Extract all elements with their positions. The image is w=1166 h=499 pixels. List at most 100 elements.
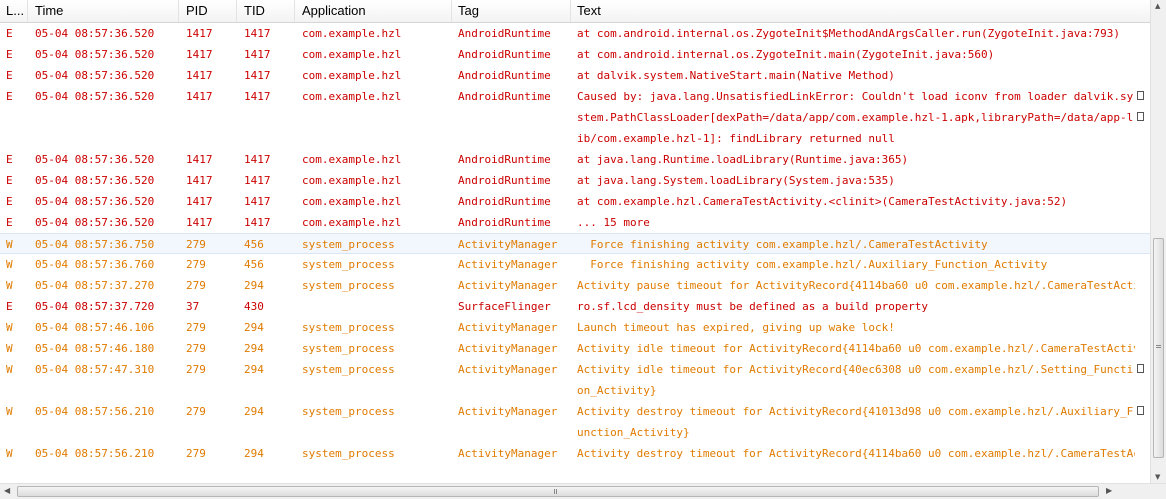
scroll-left-arrow-icon[interactable]: ◀ (4, 486, 10, 495)
column-header-tag[interactable]: Tag (452, 0, 571, 22)
log-application: com.example.hzl (302, 153, 402, 166)
log-tag: AndroidRuntime (458, 153, 551, 166)
log-row[interactable]: W 05-04 08:57:56.210 279 294 system_process A… (0, 401, 1150, 443)
log-time: 05-04 08:57:36.520 (35, 195, 155, 208)
log-message: ro.sf.lcd_density must be defined as a b… (577, 300, 928, 313)
log-tag: AndroidRuntime (458, 69, 551, 82)
log-row[interactable]: E 05-04 08:57:36.520 1417 1417 com.example.h… (0, 170, 1150, 191)
log-message: Activity idle timeout for ActivityRecord… (577, 363, 1134, 397)
log-row[interactable]: W 05-04 08:57:37.270 279 294 system_process A… (0, 275, 1150, 296)
log-row[interactable]: E 05-04 08:57:36.520 1417 1417 com.example.h… (0, 23, 1150, 44)
log-level: W (6, 238, 13, 251)
log-row[interactable]: W 05-04 08:57:46.106 279 294 system_process A… (0, 317, 1150, 338)
log-application: com.example.hzl (302, 69, 402, 82)
log-row[interactable]: W 05-04 08:57:36.760 279 456 system_process A… (0, 254, 1150, 275)
log-message: Activity destroy timeout for ActivityRec… (577, 405, 1134, 439)
log-level: E (6, 195, 13, 208)
log-tid: 294 (244, 447, 264, 460)
log-row[interactable]: W 05-04 08:57:46.180 279 294 system_process A… (0, 338, 1150, 359)
log-time: 05-04 08:57:36.520 (35, 216, 155, 229)
log-level: W (6, 363, 13, 376)
log-tid: 1417 (244, 153, 271, 166)
log-application: com.example.hzl (302, 48, 402, 61)
log-pid: 279 (186, 342, 206, 355)
grip-icon (554, 489, 557, 494)
log-tid: 456 (244, 238, 264, 251)
log-tid: 294 (244, 405, 264, 418)
log-row[interactable]: E 05-04 08:57:36.520 1417 1417 com.example.h… (0, 212, 1150, 233)
log-message: Activity pause timeout for ActivityRecor… (577, 279, 1135, 292)
log-tag: AndroidRuntime (458, 216, 551, 229)
log-row[interactable]: E 05-04 08:57:36.520 1417 1417 com.example.h… (0, 86, 1150, 149)
log-level: W (6, 342, 13, 355)
log-application: com.example.hzl (302, 216, 402, 229)
log-tid: 294 (244, 279, 264, 292)
log-time: 05-04 08:57:36.520 (35, 27, 155, 40)
log-tag: AndroidRuntime (458, 195, 551, 208)
log-message: at java.lang.Runtime.loadLibrary(Runtime… (577, 153, 909, 166)
log-time: 05-04 08:57:46.106 (35, 321, 155, 334)
log-level: E (6, 90, 13, 103)
log-level: E (6, 300, 13, 313)
scroll-down-arrow-icon[interactable]: ▼ (1155, 473, 1160, 481)
log-tid: 294 (244, 363, 264, 376)
log-tid: 1417 (244, 216, 271, 229)
log-row[interactable]: E 05-04 08:57:36.520 1417 1417 com.example.h… (0, 65, 1150, 86)
log-pid: 1417 (186, 216, 213, 229)
log-row[interactable]: W 05-04 08:57:56.210 279 294 system_process A… (0, 443, 1150, 464)
log-message: Launch timeout has expired, giving up wa… (577, 321, 895, 334)
log-level: W (6, 279, 13, 292)
scroll-up-arrow-icon[interactable]: ▲ (1155, 2, 1160, 10)
log-application: system_process (302, 363, 395, 376)
scroll-right-arrow-icon[interactable]: ▶ (1106, 486, 1112, 495)
log-level: E (6, 48, 13, 61)
log-row[interactable]: W 05-04 08:57:47.310 279 294 system_process A… (0, 359, 1150, 401)
log-message: Force finishing activity com.example.hzl… (577, 238, 988, 251)
horizontal-scrollbar[interactable]: ◀ ▶ (0, 483, 1166, 499)
log-row[interactable]: E 05-04 08:57:36.520 1417 1417 com.example.h… (0, 44, 1150, 65)
log-time: 05-04 08:57:47.310 (35, 363, 155, 376)
column-header-tid[interactable]: TID (238, 0, 295, 22)
log-time: 05-04 08:57:36.760 (35, 258, 155, 271)
log-application: system_process (302, 342, 395, 355)
horizontal-scroll-thumb[interactable] (17, 486, 1099, 497)
log-row[interactable]: E 05-04 08:57:36.520 1417 1417 com.example.h… (0, 191, 1150, 212)
log-message: Force finishing activity com.example.hzl… (577, 258, 1048, 271)
log-tag: ActivityManager (458, 258, 558, 271)
log-pid: 279 (186, 447, 206, 460)
log-application: system_process (302, 279, 395, 292)
log-pid: 1417 (186, 153, 213, 166)
column-header-pid[interactable]: PID (180, 0, 237, 22)
log-time: 05-04 08:57:37.270 (35, 279, 155, 292)
log-tid: 1417 (244, 174, 271, 187)
log-level: E (6, 174, 13, 187)
log-application: com.example.hzl (302, 90, 402, 103)
vertical-scrollbar[interactable]: ▲ ▼ (1150, 0, 1166, 483)
log-message: Caused by: java.lang.UnsatisfiedLinkErro… (577, 90, 1134, 145)
column-header-time[interactable]: Time (29, 0, 179, 22)
wrap-indicator-icon (1137, 112, 1144, 121)
log-rows: E 05-04 08:57:36.520 1417 1417 com.example.h… (0, 23, 1150, 483)
log-row[interactable]: E 05-04 08:57:36.520 1417 1417 com.example.h… (0, 149, 1150, 170)
log-time: 05-04 08:57:37.720 (35, 300, 155, 313)
column-header-application[interactable]: Application (296, 0, 452, 22)
log-level: W (6, 405, 13, 418)
log-pid: 279 (186, 238, 206, 251)
log-time: 05-04 08:57:36.750 (35, 238, 155, 251)
log-message: at java.lang.System.loadLibrary(System.j… (577, 174, 895, 187)
log-row[interactable]: E 05-04 08:57:37.720 37 430 SurfaceFlinger ro… (0, 296, 1150, 317)
log-tag: ActivityManager (458, 321, 558, 334)
vertical-scroll-thumb[interactable] (1153, 238, 1164, 458)
column-header-level[interactable]: L... (0, 0, 28, 22)
log-row[interactable]: W 05-04 08:57:36.750 279 456 system_process A… (0, 233, 1150, 254)
log-pid: 279 (186, 405, 206, 418)
log-tid: 1417 (244, 195, 271, 208)
log-pid: 279 (186, 363, 206, 376)
log-time: 05-04 08:57:56.210 (35, 405, 155, 418)
log-tag: ActivityManager (458, 238, 558, 251)
column-header-text[interactable]: Text (571, 0, 1150, 22)
log-tag: ActivityManager (458, 447, 558, 460)
wrap-indicator-icon (1137, 364, 1144, 373)
log-level: E (6, 69, 13, 82)
log-time: 05-04 08:57:36.520 (35, 48, 155, 61)
